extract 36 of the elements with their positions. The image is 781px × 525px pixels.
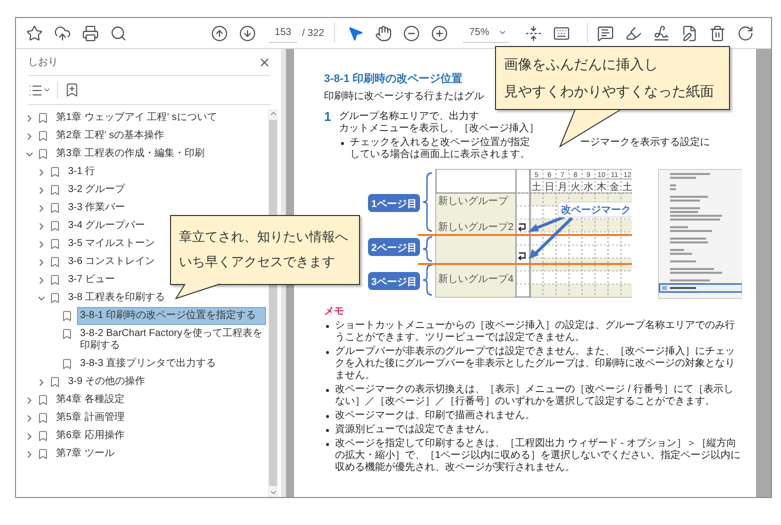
- weekday-label: 金: [610, 182, 620, 193]
- bullet-text: ージマークを表示する設定に: [580, 137, 710, 149]
- weekday-label: 月: [558, 182, 568, 193]
- section-heading: 3-8-1 印刷時の改ページ位置: [324, 72, 464, 87]
- memo-text: 改ページマークは、印刷で描画されません。: [335, 410, 535, 422]
- callout-text: 画像をふんだんに挿入し: [504, 55, 659, 74]
- step-text: グループ名称エリアで、出力す: [339, 111, 480, 122]
- weekday-label: 火: [570, 182, 580, 193]
- memo-text: グループバーが非表示のグループでは設定できません。また、［改ページ挿入］にチェックを入れた後にグループバーを非表示としたグループは、印刷時に改ページの対象となりません。: [335, 346, 736, 382]
- memo-text: 資源別ビューでは設定できません。: [335, 424, 495, 436]
- memo-title: メモ: [324, 305, 345, 318]
- memo-text: 改ページマークの表示切換えは、［表示］メニューの［改ページ / 行番号］にて［表示しない］／［改ページ］／［行番号］のいずれかを選択して設定することができます。: [335, 384, 734, 408]
- page-label: 1ページ目: [368, 194, 420, 212]
- weekday-label: 水: [584, 182, 594, 193]
- callout-text: いち早くアクセスできます: [179, 253, 336, 271]
- weekday-label: 土: [622, 182, 632, 193]
- group-name: 新しいグループ2: [438, 222, 514, 233]
- mark-label: 改ページマーク: [558, 202, 632, 218]
- panel-title: しおり: [28, 56, 58, 69]
- step-text: カットメニューを表示し、［改ページ挿入］: [339, 123, 539, 135]
- bullet-text: チェックを入れると改ページ位置が指定: [350, 137, 530, 148]
- weekday-label: 日: [544, 182, 554, 193]
- intro-text: 印刷時に改ページする行またはグル: [324, 91, 484, 103]
- page-label: 3ページ目: [368, 272, 420, 290]
- group-name: 新しいグループ4: [438, 274, 514, 285]
- group-name: 新しいグループ: [438, 196, 508, 207]
- callout-text: 章立てされ、知りたい情報へ: [179, 228, 349, 246]
- weekday-label: 木: [596, 182, 606, 193]
- memo-text: ショートカットメニューからの［改ページ挿入］の設定は、グループ名称エリアでのみ行うことができます。ツリービューでは設定できません。: [335, 320, 736, 344]
- page-label: 2ページ目: [368, 238, 420, 256]
- weekday-label: 土: [532, 182, 542, 193]
- bullet-text: している場合は画面上に表示されます。: [350, 149, 530, 161]
- memo-text: 改ページを指定して印刷するときは、［工程図出力 ウィザード - オプション］＞［縦方向の拡大・縮小］で、［1ページ以内に収める］を選択しないでください。指定ページ以内に収める機能が優先され、改ページが実行されません。: [335, 438, 742, 474]
- callout-text: 見やすくわかりやすくなった紙面: [504, 82, 715, 101]
- step-number: 1: [324, 111, 332, 126]
- page-count: / 322: [302, 28, 324, 38]
